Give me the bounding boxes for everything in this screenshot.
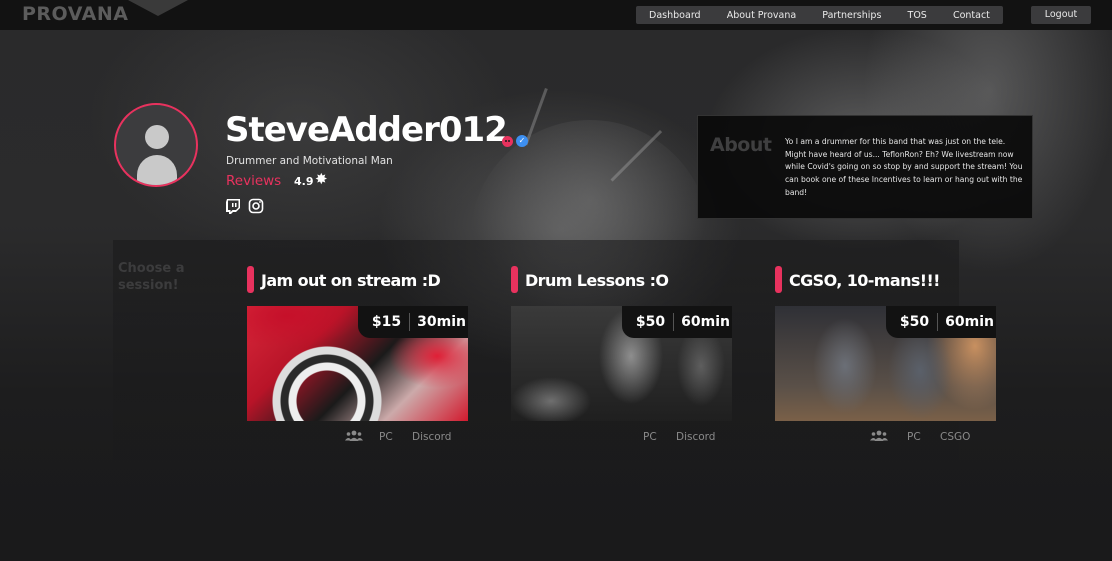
price-duration-tag: $50 60min — [621, 306, 732, 338]
card-accent-bar — [511, 266, 518, 293]
about-panel: About Yo I am a drummer for this band th… — [697, 115, 1033, 219]
nav-partnerships[interactable]: Partnerships — [822, 10, 881, 21]
session-price: $50 — [899, 314, 930, 330]
session-app: CSGO — [940, 431, 971, 443]
group-icon — [870, 430, 888, 441]
rating-value: 4.9 — [294, 175, 314, 188]
verified-check-icon: ✓ — [516, 135, 528, 147]
session-app: Discord — [412, 431, 452, 443]
session-duration: 60min — [945, 314, 994, 330]
price-duration-tag: $15 30min — [357, 306, 468, 338]
nav-tos[interactable]: TOS — [908, 10, 927, 21]
session-platform: PC — [907, 431, 921, 443]
session-duration: 60min — [681, 314, 730, 330]
instagram-icon[interactable] — [248, 198, 264, 214]
session-title: Drum Lessons :O — [525, 271, 669, 290]
nav-contact[interactable]: Contact — [953, 10, 990, 21]
username: SteveAdder012 — [225, 110, 508, 150]
about-heading: About — [710, 134, 772, 156]
session-title: Jam out on stream :D — [261, 271, 441, 290]
price-separator — [409, 313, 411, 331]
twitch-icon[interactable] — [225, 198, 241, 214]
session-app: Discord — [676, 431, 716, 443]
group-icon — [345, 430, 363, 441]
nav-about-provana[interactable]: About Provana — [727, 10, 796, 21]
avatar[interactable] — [114, 103, 198, 187]
profile-tagline: Drummer and Motivational Man — [226, 155, 393, 167]
provana-logo[interactable]: PROVANA — [22, 3, 128, 25]
nav-dashboard[interactable]: Dashboard — [649, 10, 701, 21]
session-title: CGSO, 10-mans!!! — [789, 271, 940, 290]
session-platform: PC — [379, 431, 393, 443]
card-accent-bar — [247, 266, 254, 293]
price-duration-tag: $50 60min — [885, 306, 996, 338]
logo-wedge-decoration — [128, 0, 188, 16]
avatar-head — [145, 125, 169, 149]
logout-button[interactable]: Logout — [1031, 6, 1091, 24]
session-price: $50 — [635, 314, 666, 330]
session-duration: 30min — [417, 314, 466, 330]
price-separator — [937, 313, 939, 331]
pink-face-badge-icon — [502, 136, 513, 147]
top-bar: PROVANA Dashboard About Provana Partners… — [0, 0, 1112, 30]
main-nav: Dashboard About Provana Partnerships TOS… — [636, 6, 1003, 24]
sessions-heading: Choose a session! — [118, 261, 185, 293]
card-accent-bar — [775, 266, 782, 293]
session-platform: PC — [643, 431, 657, 443]
session-price: $15 — [371, 314, 402, 330]
reviews-link[interactable]: Reviews — [226, 173, 281, 189]
star-icon: ✸ — [315, 170, 328, 188]
about-text: Yo I am a drummer for this band that was… — [785, 137, 1023, 197]
avatar-body — [137, 155, 177, 185]
price-separator — [673, 313, 675, 331]
